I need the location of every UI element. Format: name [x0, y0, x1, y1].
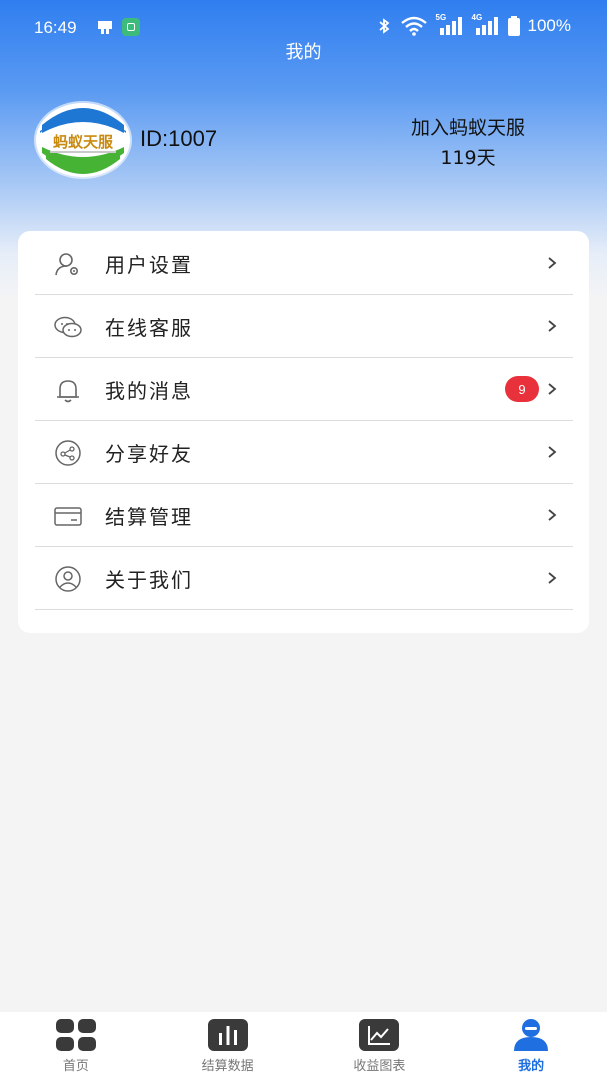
- join-info: 加入蚂蚁天服 119天: [378, 113, 558, 173]
- card-icon: [54, 507, 82, 526]
- menu-item-label: 关于我们: [105, 567, 193, 592]
- wechat-chat-icon: [54, 316, 82, 338]
- menu-item-share-friends[interactable]: 分享好友: [35, 421, 573, 484]
- chevron-right-icon: [548, 320, 557, 332]
- menu-item-user-settings[interactable]: 用户设置: [35, 232, 573, 295]
- chevron-right-icon: [548, 509, 557, 521]
- profile-icon: [514, 1019, 549, 1051]
- join-days: 119天: [440, 147, 496, 169]
- join-label: 加入蚂蚁天服: [410, 117, 525, 139]
- brand-logo-text: 蚂蚁天服: [53, 133, 114, 151]
- tab-label: 我的: [518, 1059, 545, 1074]
- chevron-right-icon: [548, 572, 557, 584]
- menu-item-about-us[interactable]: 关于我们: [35, 547, 573, 610]
- tab-label: 收益图表: [353, 1059, 406, 1074]
- signal-5g-icon: 5G: [436, 13, 464, 36]
- tab-label: 首页: [62, 1059, 89, 1074]
- brand-logo: 蚂蚁天服: [37, 104, 129, 176]
- menu-item-label: 在线客服: [105, 315, 193, 340]
- chevron-right-icon: [548, 383, 557, 395]
- tab-label: 结算数据: [201, 1059, 254, 1074]
- menu-item-online-service[interactable]: 在线客服: [35, 295, 573, 358]
- user-id: ID:1007: [140, 126, 218, 151]
- menu-item-label: 我的消息: [105, 378, 193, 403]
- menu-item-label: 分享好友: [105, 441, 193, 466]
- share-icon: [55, 440, 81, 466]
- user-settings-icon: [55, 253, 78, 276]
- menu-item-settlement[interactable]: 结算管理: [35, 484, 573, 547]
- about-user-icon: [55, 566, 81, 592]
- status-system-icons: 5G 4G 100%: [376, 13, 571, 36]
- chevron-right-icon: [548, 446, 557, 458]
- app-notification-icon: [122, 18, 140, 36]
- bar-chart-icon: [207, 1019, 248, 1051]
- bottom-tab-bar: 首页 结算数据 收益图表 我的: [0, 1012, 607, 1080]
- tab-home[interactable]: 首页: [0, 1012, 152, 1080]
- status-time: 16:49: [34, 18, 77, 37]
- page-title: 我的: [285, 42, 322, 63]
- tab-settlement-data[interactable]: 结算数据: [152, 1012, 304, 1080]
- grid-icon: [55, 1019, 96, 1051]
- menu-card: 用户设置 在线客服 我的消息 9 分享好友 结算管理 关于我们: [18, 231, 589, 633]
- battery-percent: 100%: [527, 16, 571, 35]
- sim-card-icon: [98, 21, 112, 34]
- bluetooth-icon: [378, 18, 389, 34]
- tab-mine[interactable]: 我的: [455, 1012, 607, 1080]
- menu-item-label: 用户设置: [105, 252, 193, 277]
- avatar[interactable]: 蚂蚁天服: [36, 103, 130, 177]
- wifi-icon: [400, 16, 427, 36]
- bell-icon: [57, 380, 79, 403]
- unread-count-badge: 9: [505, 376, 539, 402]
- line-chart-icon: [359, 1019, 400, 1051]
- signal-4g-icon: 4G: [472, 13, 500, 36]
- menu-item-my-messages[interactable]: 我的消息 9: [35, 358, 573, 421]
- menu-item-label: 结算管理: [105, 504, 193, 529]
- status-notification-icons: [96, 18, 140, 36]
- chevron-right-icon: [548, 257, 557, 269]
- tab-earnings-chart[interactable]: 收益图表: [304, 1012, 456, 1080]
- battery-icon: [507, 16, 520, 36]
